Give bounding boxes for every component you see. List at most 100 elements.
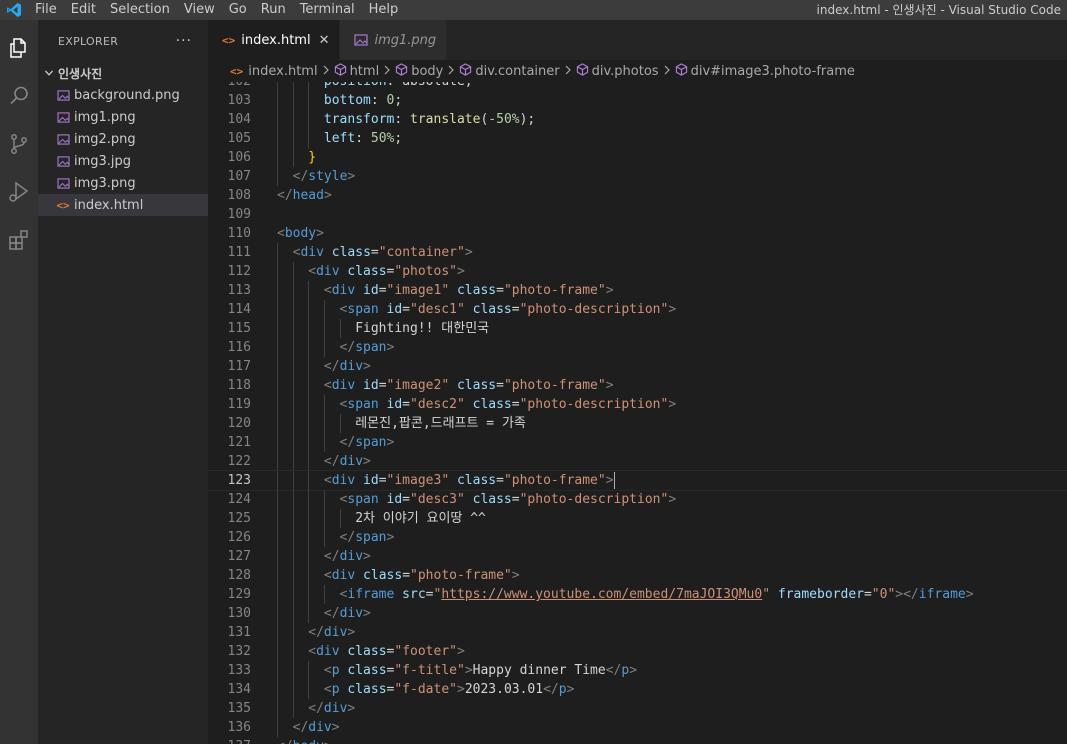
code-token: class — [347, 682, 387, 697]
element-icon — [459, 62, 472, 80]
code-line[interactable]: 135 </div> — [208, 699, 1067, 718]
code-token: = — [402, 568, 411, 583]
code-text: </div> — [308, 623, 355, 642]
code-token: </ — [277, 188, 293, 203]
file-item[interactable]: background.png — [38, 84, 208, 106]
code-token: < — [323, 568, 332, 583]
code-line[interactable]: 124 <span id="desc3" class="photo-descrip… — [208, 490, 1067, 509]
run-debug-icon[interactable] — [0, 172, 38, 212]
code-line[interactable]: 136 </div> — [208, 718, 1067, 737]
file-item[interactable]: <> index.html — [38, 194, 208, 216]
code-line[interactable]: 125 2차 이야기 요이땅 ^^ — [208, 509, 1067, 528]
tab-img1-png[interactable]: img1.png — [340, 20, 448, 60]
code-token: class — [363, 568, 403, 583]
folder-root[interactable]: 인생사진 — [38, 62, 208, 84]
code-token: </ — [543, 682, 559, 697]
code-line[interactable]: 120 레몬진,팝콘,드래프트 = 가족 — [208, 414, 1067, 433]
breadcrumb-item[interactable]: <> index.html — [230, 64, 318, 79]
code-line[interactable]: 103 bottom: 0; — [208, 91, 1067, 110]
breadcrumb-item[interactable]: div#image3.photo-frame — [675, 62, 855, 80]
code-line[interactable]: 109 — [208, 205, 1067, 224]
menu-view[interactable]: View — [177, 0, 222, 20]
code-line[interactable]: 110 <body> — [208, 224, 1067, 243]
code-line[interactable]: 118 <div id="image2" class="photo-frame"> — [208, 376, 1067, 395]
menu-terminal[interactable]: Terminal — [293, 0, 362, 20]
file-item[interactable]: img3.jpg — [38, 150, 208, 172]
file-item[interactable]: img3.png — [38, 172, 208, 194]
menu-go[interactable]: Go — [222, 0, 254, 20]
indent-guide — [292, 357, 294, 376]
code-line[interactable]: 104 transform: translate(-50%); — [208, 110, 1067, 129]
search-icon[interactable] — [0, 76, 38, 116]
code-token: = — [496, 283, 504, 298]
code-line[interactable]: 102 position: absolute; — [208, 82, 1067, 91]
code-line[interactable]: 137 </body> — [208, 737, 1067, 744]
code-line[interactable]: 116 </span> — [208, 338, 1067, 357]
code-line[interactable]: 117 </div> — [208, 357, 1067, 376]
element-icon — [334, 62, 347, 80]
indent-guide — [292, 82, 294, 91]
code-line[interactable]: 114 <span id="desc1" class="photo-descrip… — [208, 300, 1067, 319]
vscode-logo-icon[interactable] — [0, 0, 28, 20]
indent-guide — [308, 433, 310, 452]
indent-guide — [339, 319, 341, 338]
code-token: </ — [339, 340, 356, 355]
code-token: Fighting!! 대한민국 — [355, 321, 490, 336]
code-line[interactable]: 112 <div class="photos"> — [208, 262, 1067, 281]
code-token: "container" — [378, 245, 465, 260]
menu-run[interactable]: Run — [254, 0, 293, 20]
file-item[interactable]: img2.png — [38, 128, 208, 150]
tab-index-html[interactable]: <> index.html ✕ — [208, 20, 341, 60]
menu-edit[interactable]: Edit — [64, 0, 103, 20]
file-item[interactable]: img1.png — [38, 106, 208, 128]
indent-guide — [292, 148, 294, 167]
code-line[interactable]: 127 </div> — [208, 547, 1067, 566]
code-line[interactable]: 115 Fighting!! 대한민국 — [208, 319, 1067, 338]
line-number: 116 — [227, 340, 251, 355]
breadcrumb-item[interactable]: div.container — [459, 62, 560, 80]
menu-help[interactable]: Help — [362, 0, 406, 20]
code-line[interactable]: 126 </span> — [208, 528, 1067, 547]
code-line[interactable]: 108 </head> — [208, 186, 1067, 205]
element-icon — [395, 62, 408, 80]
code-line[interactable]: 107 </style> — [208, 167, 1067, 186]
explorer-icon[interactable] — [0, 28, 38, 68]
code-line[interactable]: 111 <div class="container"> — [208, 243, 1067, 262]
code-text: </div> — [308, 699, 355, 718]
breadcrumb-item[interactable]: div.photos — [576, 62, 659, 80]
code-line[interactable]: 128 <div class="photo-frame"> — [208, 566, 1067, 585]
code-line[interactable]: 122 </div> — [208, 452, 1067, 471]
code-line[interactable]: 131 </div> — [208, 623, 1067, 642]
code-token: "photo-frame" — [503, 473, 606, 488]
code-line[interactable]: 119 <span id="desc2" class="photo-descrip… — [208, 395, 1067, 414]
chevron-right-icon — [663, 64, 671, 78]
code-token: > — [668, 302, 677, 317]
code-token: div — [339, 454, 364, 469]
code-editor[interactable]: 102 position: absolute; 103 bottom: 0; 104 tr… — [208, 82, 1067, 744]
menu-file[interactable]: File — [28, 0, 64, 20]
code-line[interactable]: 106} — [208, 148, 1067, 167]
code-token: class — [347, 663, 387, 678]
code-line[interactable]: 123 <div id="image3" class="photo-frame"> — [208, 470, 1067, 491]
line-number: 104 — [227, 112, 251, 127]
extensions-icon[interactable] — [0, 220, 38, 260]
close-icon[interactable]: ✕ — [319, 33, 330, 48]
code-line[interactable]: 113 <div id="image1" class="photo-frame"> — [208, 281, 1067, 300]
code-line[interactable]: 133 <p class="f-title">Happy dinner Time<… — [208, 661, 1067, 680]
code-line[interactable]: 130 </div> — [208, 604, 1067, 623]
file-name: img3.png — [74, 175, 136, 191]
code-line[interactable]: 132 <div class="footer"> — [208, 642, 1067, 661]
source-control-icon[interactable] — [0, 124, 38, 164]
breadcrumb-item[interactable]: html — [334, 62, 379, 80]
code-line[interactable]: 129 <iframe src="https://www.youtube.com/… — [208, 585, 1067, 604]
code-line[interactable]: 105 left: 50%; — [208, 129, 1067, 148]
code-token: < — [323, 378, 332, 393]
code-token: " — [762, 587, 771, 602]
breadcrumb-item[interactable]: body — [395, 62, 443, 80]
code-line[interactable]: 121 </span> — [208, 433, 1067, 452]
more-actions-icon[interactable]: ··· — [176, 33, 192, 49]
code-token: "image3" — [386, 473, 450, 488]
menu-selection[interactable]: Selection — [103, 0, 177, 20]
code-line[interactable]: 134 <p class="f-date">2023.03.01</p> — [208, 680, 1067, 699]
